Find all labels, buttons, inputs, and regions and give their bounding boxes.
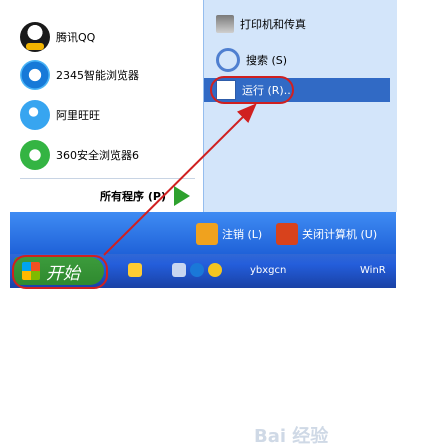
start-menu-bottom-bar: Bai 经验 注销 (L) 关闭计算机 (U) (10, 212, 396, 447)
watermark: Bai 经验 (254, 426, 329, 447)
all-programs-label: 所有程序 (P) (100, 190, 166, 203)
menu-item-label: 打印机和传真 (240, 18, 306, 31)
menu-item-label: 阿里旺旺 (56, 109, 100, 122)
taskbar-item[interactable]: WinR (360, 257, 386, 283)
menu-item-search[interactable]: 搜索 (S) (216, 48, 287, 72)
menu-item-2345-browser[interactable]: 2345智能浏览器 (20, 58, 139, 92)
ie-icon (20, 60, 50, 90)
menu-item-label: 搜索 (S) (246, 54, 288, 67)
logoff-button[interactable]: 注销 (L) (196, 222, 262, 246)
power-icon (276, 223, 298, 245)
start-menu-left-panel: 腾讯QQ 2345智能浏览器 阿里旺旺 360安全浏览器6 所有程序 (P) (10, 0, 203, 212)
menu-item-label: 2345智能浏览器 (56, 69, 139, 82)
start-menu: 腾讯QQ 2345智能浏览器 阿里旺旺 360安全浏览器6 所有程序 (P) 打… (10, 0, 397, 447)
separator (20, 178, 195, 179)
qq-icon (20, 22, 50, 52)
menu-item-printers[interactable]: 打印机和传真 (216, 12, 306, 36)
start-menu-right-panel: 打印机和传真 搜索 (S) 运行 (R)... (203, 0, 397, 212)
key-icon (196, 223, 218, 245)
printer-icon (216, 15, 234, 33)
shutdown-button[interactable]: 关闭计算机 (U) (276, 222, 377, 246)
quicklaunch-icon[interactable] (208, 263, 222, 277)
arrow-right-icon (174, 186, 190, 206)
taskbar-item[interactable]: ybxgcn (250, 257, 286, 283)
taskbar: 开始 ybxgcn WinR (10, 254, 396, 289)
shutdown-label: 关闭计算机 (U) (302, 228, 378, 241)
highlight-oval (210, 76, 294, 104)
quicklaunch-icon[interactable] (190, 263, 204, 277)
menu-item-360-browser[interactable]: 360安全浏览器6 (20, 138, 139, 172)
all-programs-button[interactable]: 所有程序 (P) (50, 184, 190, 208)
menu-item-qq[interactable]: 腾讯QQ (20, 20, 95, 54)
menu-item-label: 腾讯QQ (56, 31, 96, 44)
search-icon (216, 48, 240, 72)
360-browser-icon (20, 140, 50, 170)
menu-item-aliwangwang[interactable]: 阿里旺旺 (20, 98, 100, 132)
logoff-label: 注销 (L) (222, 228, 263, 241)
menu-item-label: 360安全浏览器6 (56, 149, 139, 162)
highlight-oval (12, 255, 108, 289)
quicklaunch-icon[interactable] (172, 263, 186, 277)
quicklaunch-icon[interactable] (128, 263, 142, 277)
wangwang-icon (20, 100, 50, 130)
